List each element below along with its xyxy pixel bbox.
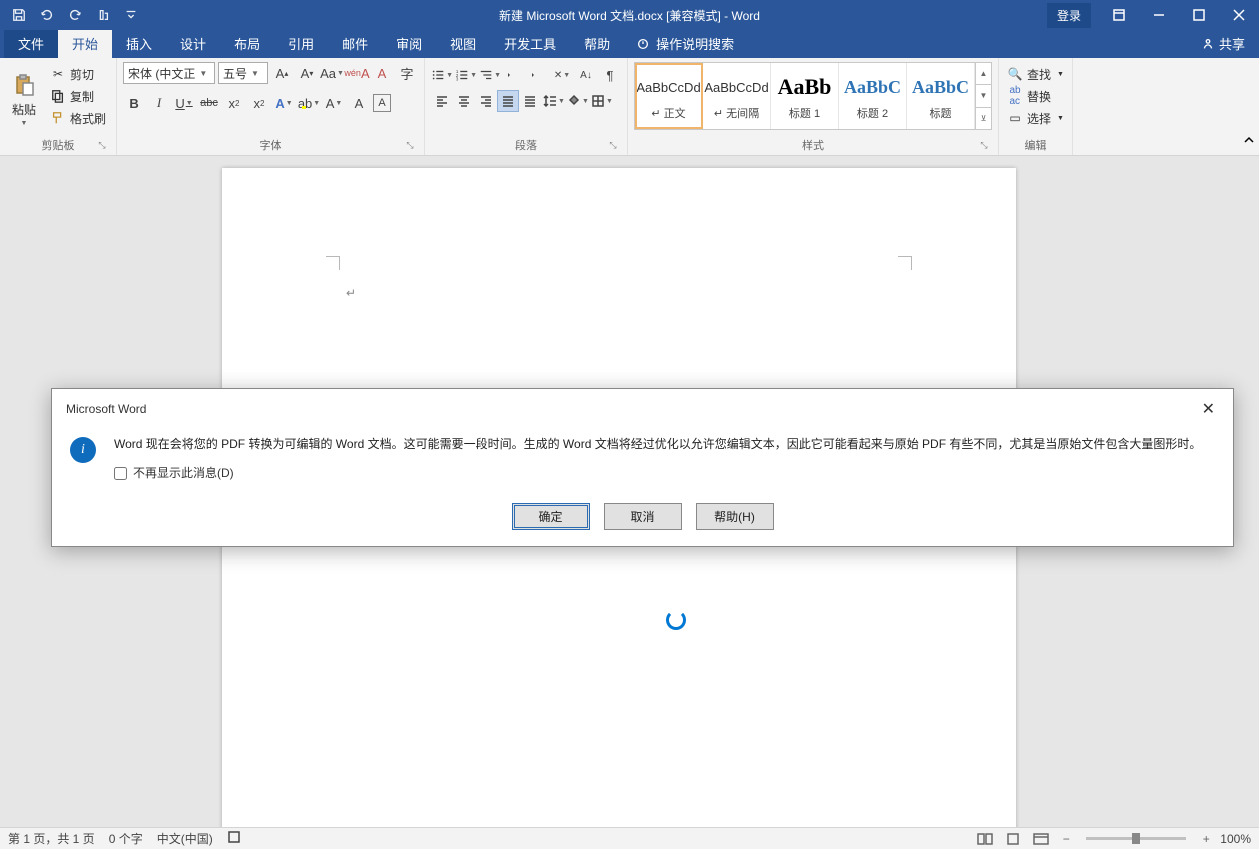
- web-layout-icon[interactable]: [1030, 830, 1052, 848]
- dialog-title-text: Microsoft Word: [66, 402, 146, 416]
- dialog-backdrop: Microsoft Word ✕ i Word 现在会将您的 PDF 转换为可编…: [0, 0, 1259, 849]
- pdf-convert-dialog: Microsoft Word ✕ i Word 现在会将您的 PDF 转换为可编…: [51, 388, 1234, 547]
- print-layout-icon[interactable]: [1002, 830, 1024, 848]
- status-language[interactable]: 中文(中国): [157, 830, 213, 847]
- read-mode-icon[interactable]: [974, 830, 996, 848]
- dialog-message: Word 现在会将您的 PDF 转换为可编辑的 Word 文档。这可能需要一段时…: [114, 435, 1215, 454]
- status-words[interactable]: 0 个字: [109, 830, 143, 847]
- zoom-slider[interactable]: [1086, 837, 1186, 840]
- dialog-close-icon[interactable]: ✕: [1198, 399, 1219, 419]
- ok-button[interactable]: 确定: [512, 503, 590, 530]
- status-bar: 第 1 页，共 1 页 0 个字 中文(中国) − + 100%: [0, 827, 1259, 849]
- dont-show-input[interactable]: [114, 467, 127, 480]
- dont-show-label: 不再显示此消息(D): [133, 464, 234, 483]
- cancel-button[interactable]: 取消: [604, 503, 682, 530]
- status-page[interactable]: 第 1 页，共 1 页: [8, 830, 95, 847]
- dialog-titlebar: Microsoft Word ✕: [52, 389, 1233, 429]
- status-macro-icon[interactable]: [227, 830, 241, 847]
- info-icon: i: [70, 437, 96, 463]
- zoom-out-icon[interactable]: −: [1058, 832, 1074, 846]
- zoom-level[interactable]: 100%: [1220, 832, 1251, 846]
- dont-show-checkbox[interactable]: 不再显示此消息(D): [114, 464, 1215, 483]
- zoom-in-icon[interactable]: +: [1198, 832, 1214, 846]
- help-button[interactable]: 帮助(H): [696, 503, 774, 530]
